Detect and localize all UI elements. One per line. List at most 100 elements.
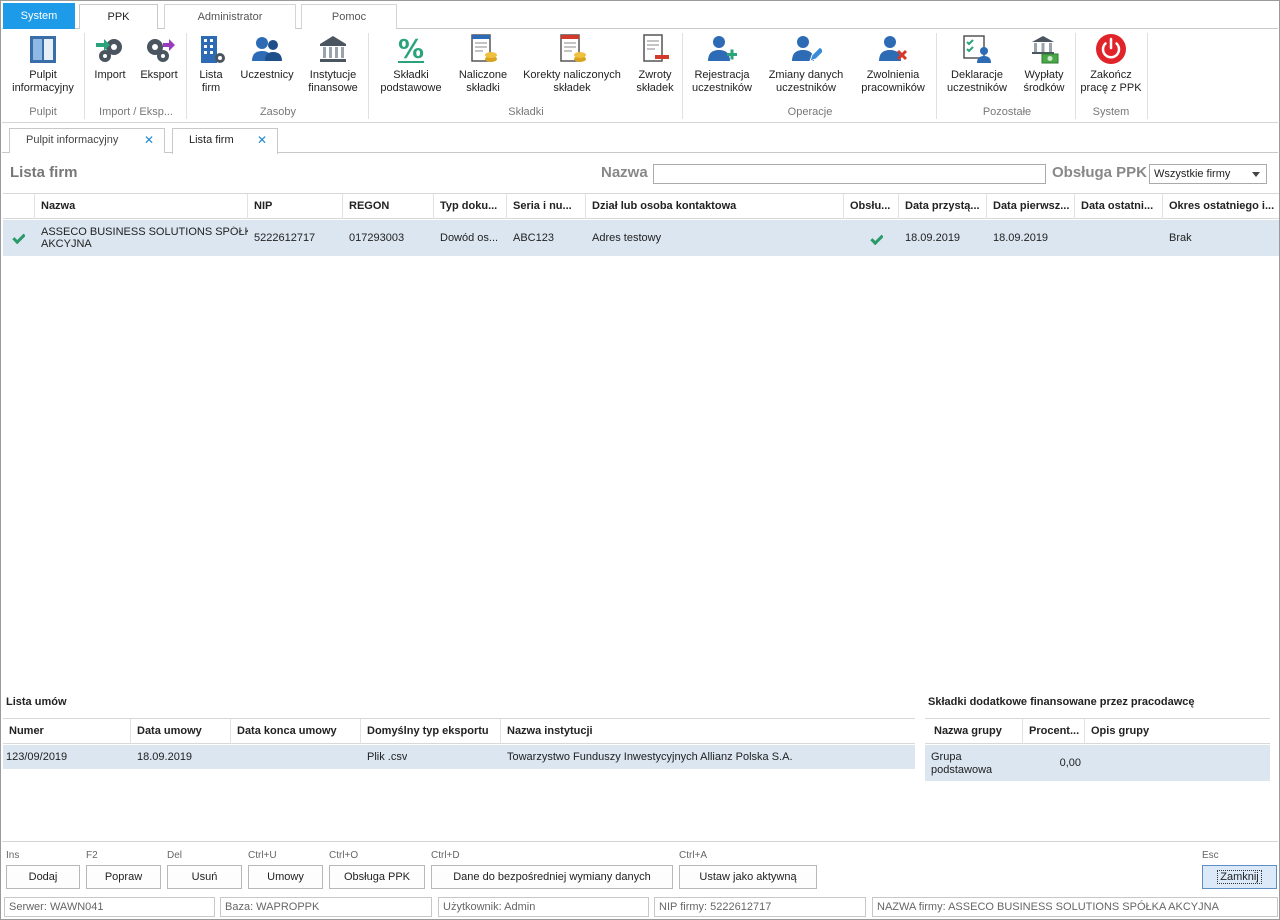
filter-name-input[interactable] bbox=[653, 164, 1046, 184]
action-bar: Ins Dodaj F2 Popraw Del Usuń Ctrl+U Umow… bbox=[2, 841, 1278, 893]
document-tabs: Pulpit informacyjny ✕ Lista firm ✕ bbox=[2, 124, 1278, 154]
ribbon-group-pozostale: Pozostałe bbox=[982, 106, 1032, 118]
status-nip: NIP firmy: 5222612717 bbox=[654, 897, 866, 917]
column-header-nip[interactable]: NIP bbox=[248, 194, 343, 219]
column-header-data-pierwszej[interactable]: Data pierwsz... bbox=[987, 194, 1075, 219]
column-header-dzial[interactable]: Dział lub osoba kontaktowa bbox=[586, 194, 844, 219]
company-building-icon bbox=[195, 33, 227, 65]
ribbon-button-pulpit[interactable]: Pulpit informacyjny bbox=[6, 33, 80, 95]
payouts-icon bbox=[1028, 33, 1060, 65]
extra-contributions-table: Nazwa grupy Procent... Opis grupy Grupa … bbox=[925, 718, 1270, 782]
column-header-regon[interactable]: REGON bbox=[343, 194, 434, 219]
percent-icon: % bbox=[395, 33, 427, 65]
status-firm: NAZWA firmy: ASSECO BUSINESS SOLUTIONS S… bbox=[872, 897, 1278, 917]
column-header-typ-eksportu[interactable]: Domyślny typ eksportu bbox=[361, 719, 501, 744]
menu-tab-pomoc[interactable]: Pomoc bbox=[301, 4, 397, 29]
obsluga-ppk-button[interactable]: Obsługa PPK bbox=[329, 865, 425, 889]
umowy-button[interactable]: Umowy bbox=[248, 865, 323, 889]
ribbon-button-korekty[interactable]: Korekty naliczonych składek bbox=[516, 33, 628, 95]
dane-wymiany-button[interactable]: Dane do bezpośredniej wymiany danych bbox=[431, 865, 673, 889]
doc-tab-lista-firm[interactable]: Lista firm ✕ bbox=[172, 128, 278, 154]
ribbon-group-system: System bbox=[1092, 106, 1130, 118]
user-remove-icon bbox=[877, 33, 909, 65]
column-header-obsluga[interactable]: Obsłu... bbox=[844, 194, 899, 219]
column-header-data-konca[interactable]: Data konca umowy bbox=[231, 719, 361, 744]
ribbon-group-skladki: Składki bbox=[508, 106, 544, 118]
ribbon-group-operacje: Operacje bbox=[787, 106, 833, 118]
app-window: System PPK Administrator Pomoc Pulpit in… bbox=[0, 0, 1280, 920]
ribbon-button-naliczone[interactable]: Naliczone składki bbox=[454, 33, 512, 95]
ribbon-button-wyplaty[interactable]: Wypłaty środków bbox=[1016, 33, 1072, 95]
ribbon-button-instytucje[interactable]: Instytucje finansowe bbox=[302, 33, 364, 95]
status-bar: Serwer: WAWN041 Baza: WAPROPPK Użytkowni… bbox=[2, 894, 1278, 919]
users-icon bbox=[251, 33, 283, 65]
contracts-table: Numer Data umowy Data konca umowy Domyśl… bbox=[3, 718, 915, 770]
firms-table: Nazwa NIP REGON Typ doku... Seria i nu..… bbox=[3, 193, 1279, 257]
column-header-nazwa-instytucji[interactable]: Nazwa instytucji bbox=[501, 719, 915, 744]
page-title: Lista firm bbox=[10, 164, 78, 181]
filter-ppk-label: Obsługa PPK bbox=[1052, 164, 1148, 181]
ribbon-button-zwroty[interactable]: Zwroty składek bbox=[630, 33, 680, 95]
column-header-data-ostatniej[interactable]: Data ostatni... bbox=[1075, 194, 1163, 219]
column-header-nazwa-grupy[interactable]: Nazwa grupy bbox=[925, 719, 1023, 744]
firms-table-header: Nazwa NIP REGON Typ doku... Seria i nu..… bbox=[3, 193, 1279, 219]
ustaw-aktywna-button[interactable]: Ustaw jako aktywną bbox=[679, 865, 817, 889]
table-row[interactable]: 123/09/2019 18.09.2019 Plik .csv Towarzy… bbox=[3, 745, 915, 769]
ribbon-button-zwolnienia[interactable]: Zwolnienia pracowników bbox=[854, 33, 932, 95]
column-header-data-przystapienia[interactable]: Data przystą... bbox=[899, 194, 987, 219]
ribbon-button-lista-firm[interactable]: Lista firm bbox=[190, 33, 232, 95]
status-user: Użytkownik: Admin bbox=[438, 897, 649, 917]
doc-tab-pulpit[interactable]: Pulpit informacyjny ✕ bbox=[9, 128, 165, 153]
ribbon-button-zmiany-danych[interactable]: Zmiany danych uczestników bbox=[762, 33, 850, 95]
status-server: Serwer: WAWN041 bbox=[4, 897, 215, 917]
column-header-numer[interactable]: Numer bbox=[3, 719, 131, 744]
column-header-nazwa[interactable]: Nazwa bbox=[35, 194, 248, 219]
dashboard-icon bbox=[27, 33, 59, 65]
menu-tab-administrator[interactable]: Administrator bbox=[164, 4, 296, 29]
menu-tab-system[interactable]: System bbox=[3, 3, 75, 29]
bank-icon bbox=[317, 33, 349, 65]
import-gears-icon bbox=[94, 33, 126, 65]
column-header-okres[interactable]: Okres ostatniego i... bbox=[1163, 194, 1279, 219]
contribution-corrections-icon bbox=[556, 33, 588, 65]
popraw-button[interactable]: Popraw bbox=[86, 865, 161, 889]
ribbon-button-import[interactable]: Import bbox=[88, 33, 132, 82]
contracts-label: Lista umów bbox=[6, 696, 67, 708]
close-icon[interactable]: ✕ bbox=[257, 129, 267, 152]
user-edit-icon bbox=[790, 33, 825, 65]
menu-tab-ppk[interactable]: PPK bbox=[79, 4, 158, 30]
calculated-contributions-icon bbox=[467, 33, 499, 65]
declarations-icon bbox=[961, 33, 993, 65]
usun-button[interactable]: Usuń bbox=[167, 865, 242, 889]
chevron-down-icon bbox=[1252, 172, 1260, 177]
zamknij-button[interactable]: Zamknij bbox=[1202, 865, 1277, 889]
column-header-seria[interactable]: Seria i nu... bbox=[507, 194, 586, 219]
ribbon: Pulpit informacyjny Import Eksport Lista… bbox=[2, 29, 1278, 123]
extra-contributions-label: Składki dodatkowe finansowane przez prac… bbox=[928, 696, 1195, 708]
table-row[interactable]: Grupa podstawowa 0,00 bbox=[925, 745, 1270, 781]
column-header-opis-grupy[interactable]: Opis grupy bbox=[1085, 719, 1270, 744]
ribbon-button-zakoncz[interactable]: Zakończ pracę z PPK bbox=[1078, 33, 1144, 95]
contribution-returns-icon bbox=[639, 33, 671, 65]
column-header-data-umowy[interactable]: Data umowy bbox=[131, 719, 231, 744]
ribbon-group-zasoby: Zasoby bbox=[259, 106, 297, 118]
dodaj-button[interactable]: Dodaj bbox=[6, 865, 80, 889]
ribbon-button-deklaracje[interactable]: Deklaracje uczestników bbox=[940, 33, 1014, 95]
ribbon-button-rejestracja[interactable]: Rejestracja uczestników bbox=[686, 33, 758, 95]
filter-ppk-select[interactable]: Wszystkie firmy bbox=[1149, 164, 1267, 184]
ribbon-button-eksport[interactable]: Eksport bbox=[137, 33, 181, 82]
svg-text:%: % bbox=[398, 35, 424, 65]
filter-name-label: Nazwa bbox=[601, 164, 648, 181]
ribbon-button-skladki-podstawowe[interactable]: % Składki podstawowe bbox=[372, 33, 450, 95]
table-row[interactable]: ASSECO BUSINESS SOLUTIONS SPÓŁKA AKCYJNA… bbox=[3, 220, 1279, 256]
user-add-icon bbox=[706, 33, 738, 65]
column-header-typ-dokumentu[interactable]: Typ doku... bbox=[434, 194, 507, 219]
ppk-check-icon bbox=[865, 233, 883, 245]
close-icon[interactable]: ✕ bbox=[144, 129, 154, 152]
export-gears-icon bbox=[143, 33, 175, 65]
ribbon-button-uczestnicy[interactable]: Uczestnicy bbox=[236, 33, 298, 82]
ribbon-group-pulpit: Pulpit bbox=[29, 106, 57, 118]
column-header-status[interactable] bbox=[3, 194, 35, 219]
column-header-procent[interactable]: Procent... bbox=[1023, 719, 1085, 744]
active-check-icon bbox=[7, 232, 25, 244]
